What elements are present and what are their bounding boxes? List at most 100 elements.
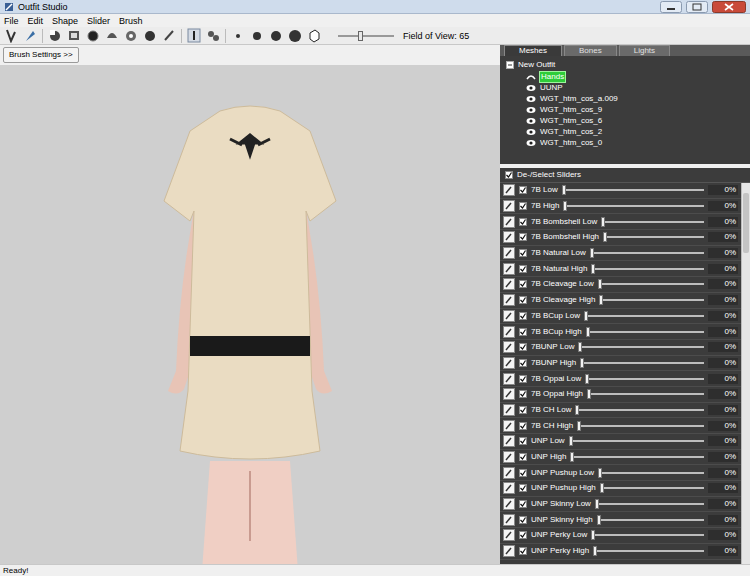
slider-checkbox[interactable] [519, 484, 527, 492]
slider-track[interactable] [591, 530, 704, 540]
slider-thumb[interactable] [599, 295, 603, 305]
scrollbar[interactable] [741, 183, 750, 564]
minimize-icon[interactable] [660, 1, 682, 13]
slider-thumb[interactable] [600, 483, 604, 493]
slider-checkbox[interactable] [519, 375, 527, 383]
edit-brush-icon[interactable] [503, 184, 515, 196]
edit-brush-icon[interactable] [503, 231, 515, 243]
slider-checkbox[interactable] [519, 406, 527, 414]
edit-brush-icon[interactable] [503, 545, 515, 557]
edit-brush-icon[interactable] [503, 278, 515, 290]
tree-item[interactable]: WGT_htm_cos_0 [506, 137, 744, 148]
slider-checkbox[interactable] [519, 233, 527, 241]
tab[interactable]: Lights [619, 45, 670, 56]
pen-icon[interactable] [162, 28, 176, 43]
slider-reading[interactable]: 0% [708, 452, 738, 462]
slider-thumb[interactable] [577, 421, 581, 431]
slider-thumb[interactable] [595, 499, 599, 509]
edit-brush-icon[interactable] [503, 294, 515, 306]
slider-thumb[interactable] [562, 185, 566, 195]
tree-item[interactable]: WGT_htm_cos_9 [506, 104, 744, 115]
tree-item[interactable]: WGT_htm_cos_a.009 [506, 93, 744, 104]
slider-reading[interactable]: 0% [708, 389, 738, 399]
slider-checkbox[interactable] [519, 296, 527, 304]
slider-checkbox[interactable] [519, 218, 527, 226]
slider-track[interactable] [563, 201, 704, 211]
slider-reading[interactable]: 0% [708, 342, 738, 352]
slider-thumb[interactable] [603, 232, 607, 242]
slider-reading[interactable]: 0% [708, 421, 738, 431]
edit-brush-icon[interactable] [503, 498, 515, 510]
slider-thumb[interactable] [597, 515, 601, 525]
slider-thumb[interactable] [585, 374, 589, 384]
slider-thumb[interactable] [563, 201, 567, 211]
edit-brush-icon[interactable] [503, 529, 515, 541]
menu-item[interactable]: Brush [119, 15, 143, 27]
slider-checkbox[interactable] [519, 390, 527, 398]
maximize-icon[interactable] [686, 1, 708, 13]
slider-reading[interactable]: 0% [708, 327, 738, 337]
slider-checkbox[interactable] [519, 547, 527, 555]
slider-reading[interactable]: 0% [708, 311, 738, 321]
slider-track[interactable] [593, 546, 704, 556]
slider-track[interactable] [590, 248, 704, 258]
slider-checkbox[interactable] [519, 249, 527, 257]
slider-thumb[interactable] [591, 264, 595, 274]
large-brush-icon[interactable] [269, 28, 283, 43]
slider-track[interactable] [598, 279, 704, 289]
edit-brush-icon[interactable] [503, 373, 515, 385]
edit-brush-icon[interactable] [503, 514, 515, 526]
slider-track[interactable] [570, 452, 704, 462]
slider-thumb[interactable] [569, 436, 573, 446]
tab[interactable]: Bones [564, 45, 617, 56]
edit-brush-icon[interactable] [503, 482, 515, 494]
tree-root[interactable]: New Outfit [506, 59, 744, 71]
slider-reading[interactable]: 0% [708, 374, 738, 384]
eye-icon[interactable] [526, 139, 536, 147]
medium-brush-icon[interactable] [250, 28, 264, 43]
tree-item[interactable]: Hands [506, 71, 744, 82]
slider-track[interactable] [584, 311, 704, 321]
slider-track[interactable] [598, 468, 704, 478]
slider-track[interactable] [599, 295, 704, 305]
small-brush-icon[interactable] [231, 28, 245, 43]
curve-icon[interactable] [526, 73, 536, 81]
brush-icon[interactable] [23, 28, 37, 43]
edit-brush-icon[interactable] [503, 247, 515, 259]
slider-track[interactable] [597, 515, 704, 525]
slider-checkbox[interactable] [519, 453, 527, 461]
cube-icon[interactable] [307, 28, 321, 43]
edit-brush-icon[interactable] [503, 435, 515, 447]
slider-reading[interactable]: 0% [708, 295, 738, 305]
slider-track[interactable] [562, 185, 704, 195]
slider-thumb[interactable] [570, 452, 574, 462]
slider-track[interactable] [587, 389, 704, 399]
eye-icon[interactable] [526, 128, 536, 136]
slider-thumb[interactable] [580, 358, 584, 368]
slider-track[interactable] [585, 374, 704, 384]
select-all-checkbox[interactable] [505, 171, 513, 179]
slider-thumb[interactable] [586, 327, 590, 337]
fov-slider[interactable] [338, 31, 394, 41]
smooth-icon[interactable] [105, 28, 119, 43]
slider-thumb[interactable] [590, 248, 594, 258]
slider-reading[interactable]: 0% [708, 530, 738, 540]
slider-checkbox[interactable] [519, 422, 527, 430]
slider-checkbox[interactable] [519, 312, 527, 320]
eye-icon[interactable] [526, 84, 536, 92]
slider-reading[interactable]: 0% [708, 546, 738, 556]
close-icon[interactable] [712, 1, 746, 13]
slider-track[interactable] [591, 264, 704, 274]
edit-brush-icon[interactable] [503, 420, 515, 432]
slider-reading[interactable]: 0% [708, 358, 738, 368]
scrollbar-thumb[interactable] [743, 193, 749, 253]
slider-thumb[interactable] [598, 468, 602, 478]
slider-thumb[interactable] [598, 279, 602, 289]
slider-checkbox[interactable] [519, 186, 527, 194]
slider-track[interactable] [595, 499, 704, 509]
edit-brush-icon[interactable] [503, 357, 515, 369]
slider-checkbox[interactable] [519, 469, 527, 477]
slider-reading[interactable]: 0% [708, 201, 738, 211]
expand-icon[interactable] [506, 61, 514, 69]
slider-reading[interactable]: 0% [708, 248, 738, 258]
